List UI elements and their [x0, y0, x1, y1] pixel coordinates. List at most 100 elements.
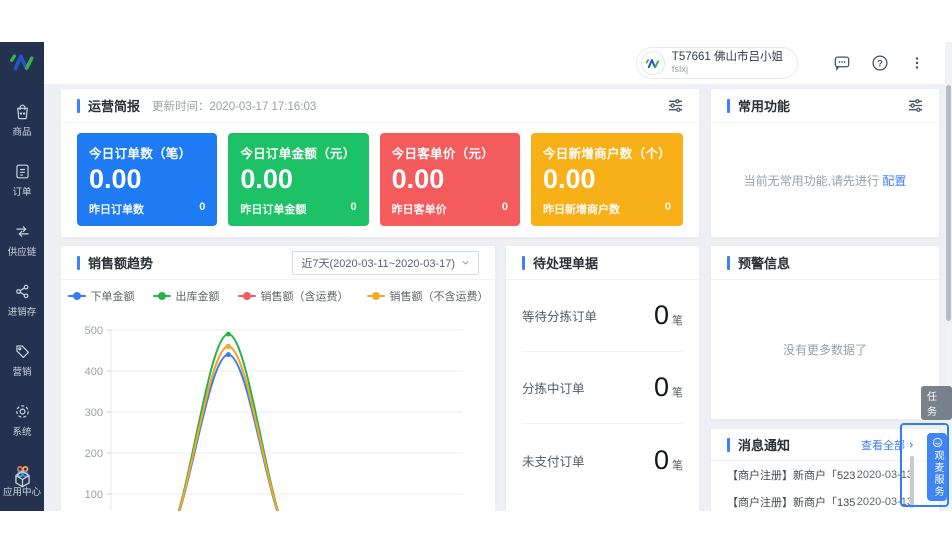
user-menu[interactable]: T57661 佛山市吕小姐 fslxj — [636, 47, 798, 79]
date-range-value: 近7天(2020-03-11~2020-03-17) — [301, 255, 455, 271]
stat-card-value: 0.00 — [392, 164, 508, 195]
sidebar-item-orders[interactable]: 订单 — [0, 150, 44, 210]
trend-chart: 500400300200100 — [61, 321, 496, 511]
update-time-label: 更新时间： — [152, 101, 210, 113]
pending-row-value: 0 — [654, 445, 669, 476]
panel-title: 销售额趋势 — [88, 253, 153, 272]
pending-row-sorting[interactable]: 分拣中订单 0笔 — [522, 352, 683, 424]
sidebar-item-inventory[interactable]: 进销存 — [0, 270, 44, 330]
message-notifications-panel: 消息通知 查看全部 【商户注册】新商户「523607」 ... 2020-03-… — [710, 428, 940, 511]
message-item[interactable]: 【商户注册】新商户「523607」 ... 2020-03-13 — [711, 461, 939, 488]
stat-card-title: 今日订单金额（元） — [240, 143, 356, 162]
stat-card-today-avg-price: 今日客单价（元） 0.00 昨日客单价0 — [380, 133, 520, 226]
sidebar-item-marketing[interactable]: 营销 — [0, 330, 44, 390]
sidebar-item-label: 订单 — [12, 184, 31, 198]
legend-item[interactable]: 销售额（不含运费） — [367, 288, 489, 304]
accent-bar — [727, 99, 730, 113]
yesterday-value: 0 — [199, 201, 205, 217]
message-item[interactable]: 【商户注册】新商户「13539330... 2020-03-13 — [711, 488, 939, 511]
supply-chain-icon — [13, 222, 32, 241]
sidebar: 商品 订单 供应链 进销存 — [0, 42, 44, 511]
sales-trend-panel: 销售额趋势 近7天(2020-03-11~2020-03-17) 下单金额 出库金… — [60, 245, 496, 511]
legend-item[interactable]: 销售额（含运费） — [238, 288, 349, 304]
sales-trend-header: 销售额趋势 近7天(2020-03-11~2020-03-17) — [61, 246, 495, 280]
panel-title: 常用功能 — [738, 96, 790, 115]
legend-marker — [238, 292, 256, 300]
sidebar-item-system[interactable]: 系统 — [0, 390, 44, 450]
date-range-select[interactable]: 近7天(2020-03-11~2020-03-17) — [292, 251, 479, 275]
pending-row-value: 0 — [654, 300, 669, 331]
chevron-right-icon — [907, 441, 915, 449]
stat-card-value: 0.00 — [240, 164, 356, 195]
bag-icon — [13, 102, 32, 121]
warning-info-panel: 预警信息 没有更多数据了 — [710, 245, 940, 420]
view-all-label: 查看全部 — [861, 437, 905, 453]
legend-label: 出库金额 — [176, 288, 220, 304]
task-floating-button[interactable]: 任务 — [921, 386, 952, 420]
order-doc-icon — [13, 162, 32, 181]
pending-row-unit: 笔 — [672, 457, 683, 473]
pending-row-unit: 笔 — [672, 312, 683, 328]
sidebar-item-supply-chain[interactable]: 供应链 — [0, 210, 44, 270]
pending-documents-header: 待处理单据 — [506, 246, 699, 280]
pending-row-label: 分拣中订单 — [522, 378, 585, 397]
guanmai-logo[interactable] — [0, 42, 44, 82]
legend-item[interactable]: 出库金额 — [153, 288, 220, 304]
accent-bar — [77, 256, 80, 270]
sidebar-item-package[interactable] — [0, 447, 44, 511]
operations-brief-panel: 运营简报 更新时间：2020-03-17 17:16:03 今日订单数（笔） 0… — [60, 88, 700, 238]
legend-label: 销售额（不含运费） — [390, 288, 489, 304]
stat-card-value: 0.00 — [543, 164, 671, 195]
stat-cards: 今日订单数（笔） 0.00 昨日订单数0 今日订单金额（元） 0.00 昨日订单… — [61, 123, 699, 236]
service-floating-button[interactable]: 观麦服务 — [927, 433, 947, 501]
sidebar-item-label: 营销 — [12, 364, 31, 378]
system-gear-icon — [13, 402, 32, 421]
accent-bar — [522, 256, 525, 270]
pending-row-label: 等待分拣订单 — [522, 306, 597, 325]
panel-title: 运营简报 — [88, 96, 140, 115]
legend-label: 销售额（含运费） — [261, 288, 349, 304]
stat-card-value: 0.00 — [89, 164, 205, 195]
svg-text:100: 100 — [85, 489, 103, 501]
message-text: 【商户注册】新商户「523607」 ... — [727, 467, 855, 483]
marketing-tag-icon — [13, 342, 32, 361]
topbar: T57661 佛山市吕小姐 fslxj ? — [44, 42, 952, 84]
pending-documents-panel: 待处理单据 等待分拣订单 0笔 分拣中订单 0笔 未支付订单 0笔 — [505, 245, 700, 511]
configure-link[interactable]: 配置 — [882, 174, 906, 188]
yesterday-label: 昨日订单数 — [89, 201, 144, 217]
page-scrollbar-thumb[interactable] — [946, 85, 951, 321]
smiley-icon — [932, 437, 943, 448]
message-panel-scrollbar-thumb[interactable] — [910, 456, 914, 508]
operations-brief-header: 运营简报 更新时间：2020-03-17 17:16:03 — [61, 89, 699, 123]
common-functions-panel: 常用功能 当前无常用功能,请先进行 配置 — [710, 88, 940, 238]
help-icon[interactable]: ? — [870, 53, 890, 73]
panel-title: 待处理单据 — [533, 253, 598, 272]
stat-card-today-new-merchants: 今日新增商户数（个） 0.00 昨日新增商户数0 — [531, 133, 683, 226]
more-icon[interactable] — [908, 54, 926, 72]
chevron-down-icon — [461, 258, 470, 267]
svg-text:500: 500 — [85, 325, 103, 337]
warning-empty-text: 没有更多数据了 — [711, 280, 939, 419]
customize-icon[interactable] — [908, 99, 923, 112]
message-date: 2020-03-13 — [857, 496, 913, 508]
avatar — [641, 51, 665, 75]
sidebar-item-products[interactable]: 商品 — [0, 90, 44, 150]
sidebar-item-label: 供应链 — [8, 244, 37, 258]
accent-bar — [727, 438, 730, 452]
pending-row-label: 未支付订单 — [522, 451, 585, 470]
pending-row-unpaid[interactable]: 未支付订单 0笔 — [522, 424, 683, 496]
message-icon[interactable] — [832, 53, 852, 73]
trend-legend: 下单金额 出库金额 销售额（含运费） 销售额（不含运费） — [61, 288, 495, 304]
user-handle: fslxj — [672, 64, 783, 75]
svg-text:400: 400 — [85, 366, 103, 378]
legend-marker — [68, 292, 86, 300]
legend-item[interactable]: 下单金额 — [68, 288, 135, 304]
inventory-share-icon — [13, 282, 32, 301]
view-all-link[interactable]: 查看全部 — [861, 437, 923, 453]
svg-text:300: 300 — [85, 407, 103, 419]
package-cube-icon — [12, 469, 33, 490]
yesterday-label: 昨日订单金额 — [240, 201, 306, 217]
customize-icon[interactable] — [668, 99, 683, 112]
legend-label: 下单金额 — [91, 288, 135, 304]
pending-row-awaiting-sorting[interactable]: 等待分拣订单 0笔 — [522, 280, 683, 352]
